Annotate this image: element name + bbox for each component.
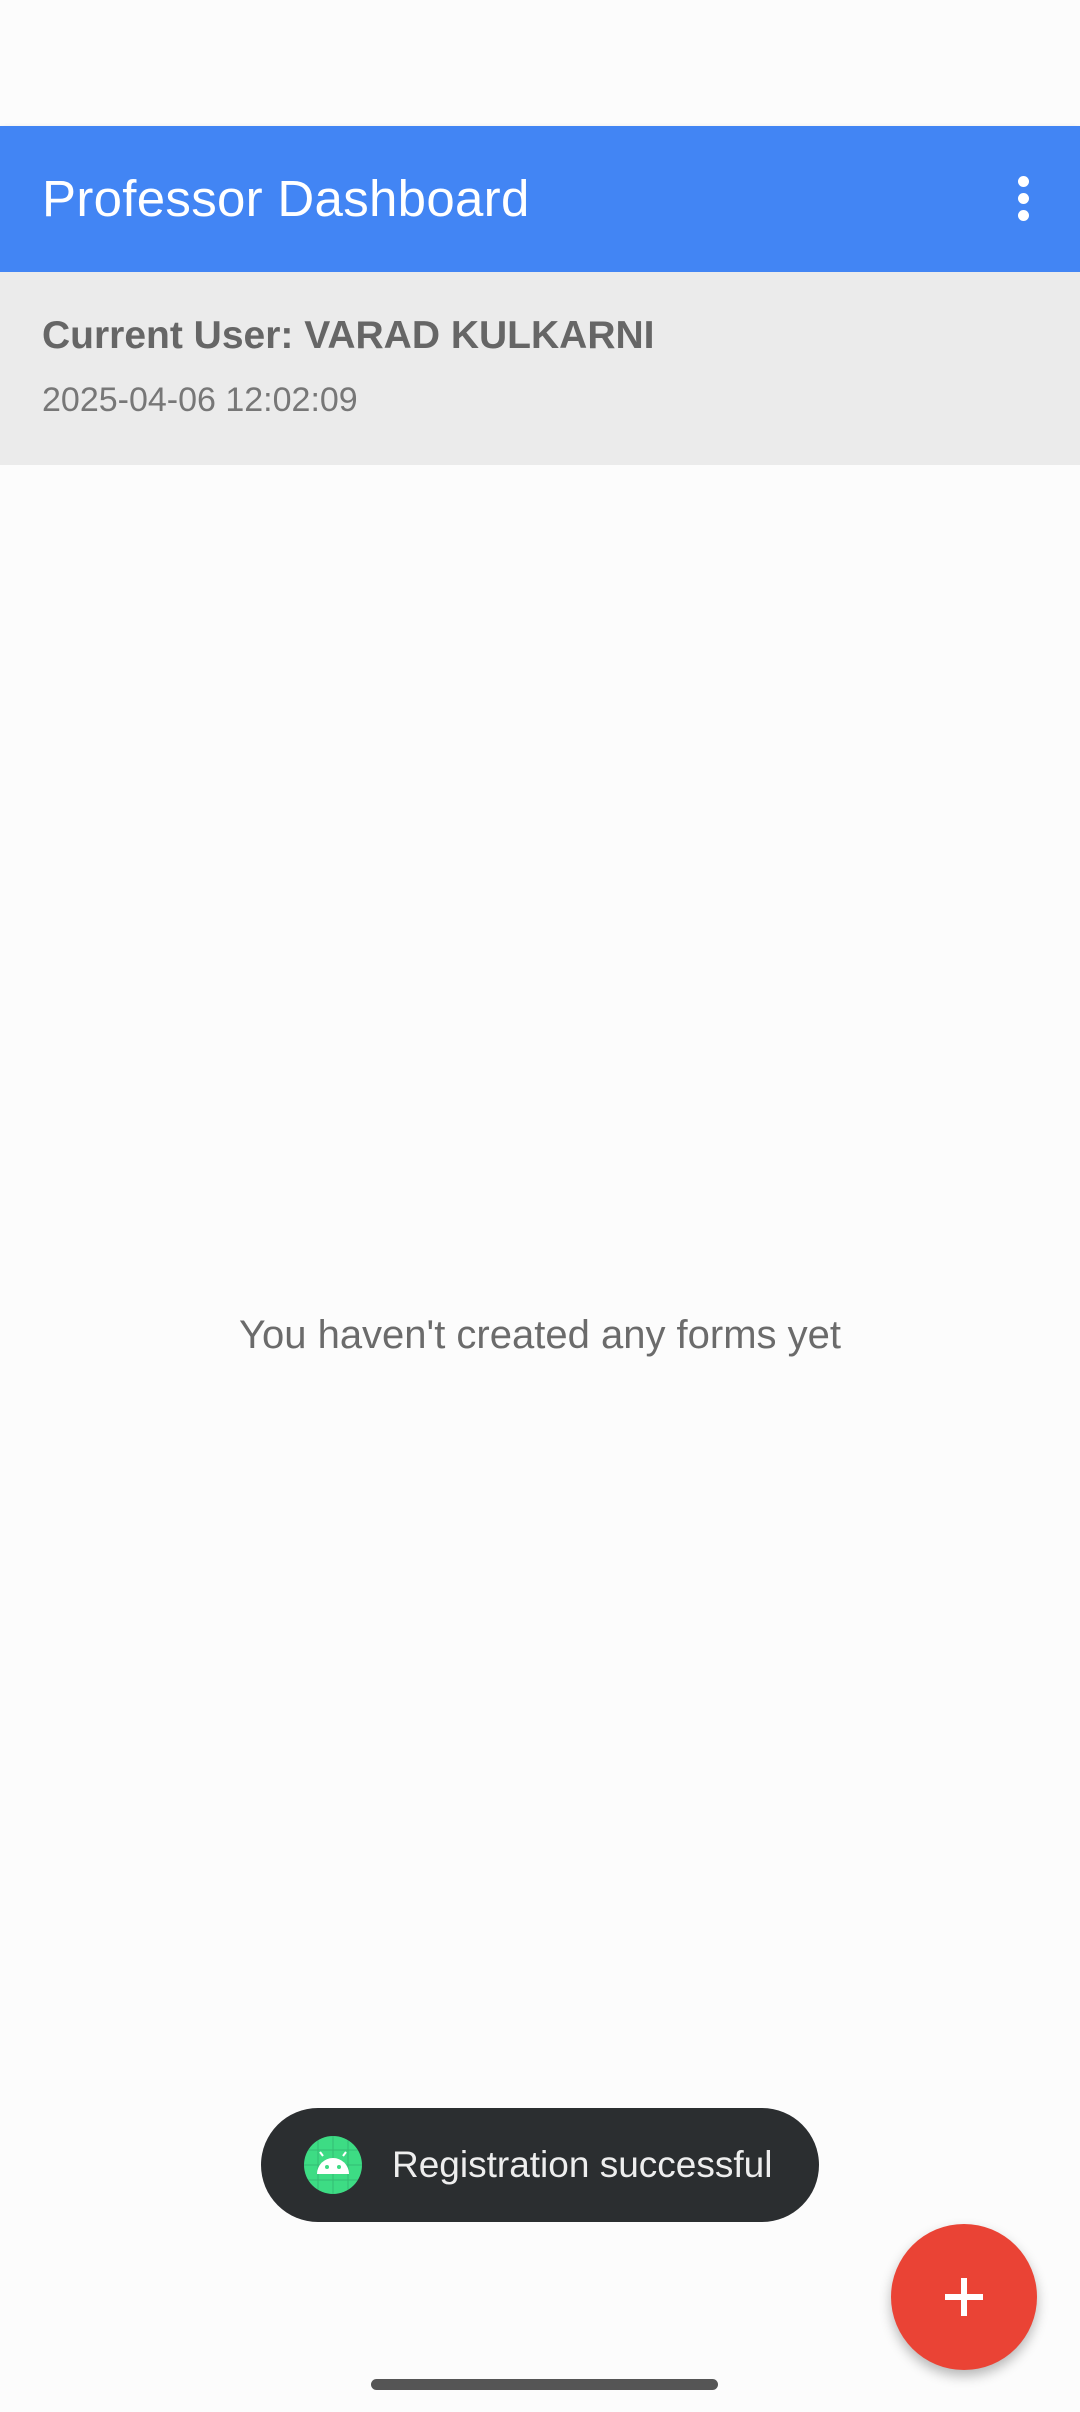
toast: Registration successful: [261, 2108, 819, 2222]
screen: Professor Dashboard Current User: VARAD …: [0, 0, 1080, 2412]
status-bar: [0, 0, 1080, 126]
gesture-nav-handle[interactable]: [371, 2379, 718, 2390]
add-form-button[interactable]: [891, 2224, 1037, 2370]
plus-icon: [945, 2278, 983, 2316]
current-user-panel: Current User: VARAD KULKARNI 2025-04-06 …: [0, 272, 1080, 465]
overflow-menu-button[interactable]: [984, 159, 1064, 239]
android-icon: [304, 2136, 362, 2194]
empty-forms-message: You haven't created any forms yet: [238, 1313, 842, 1357]
app-title: Professor Dashboard: [42, 170, 530, 227]
current-user-label: Current User: VARAD KULKARNI: [42, 314, 655, 357]
app-bar: Professor Dashboard: [0, 126, 1080, 272]
current-datetime: 2025-04-06 12:02:09: [42, 381, 358, 419]
toast-message: Registration successful: [392, 2144, 773, 2185]
